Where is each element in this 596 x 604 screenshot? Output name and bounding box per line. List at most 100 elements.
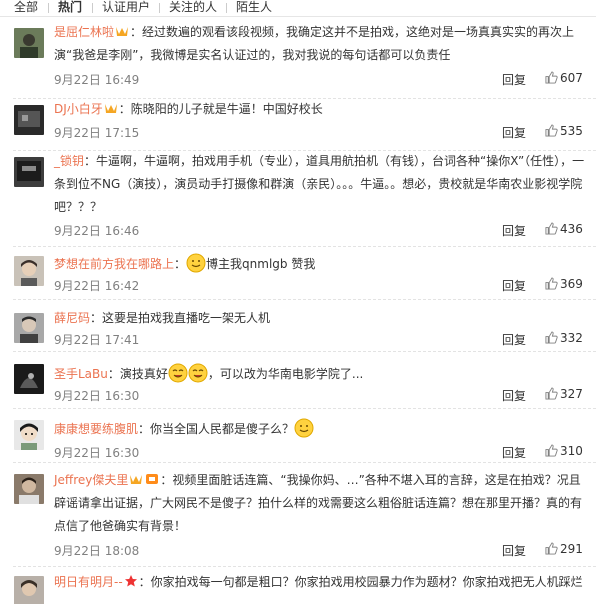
avatar[interactable] xyxy=(14,576,44,604)
like-button[interactable]: 332 xyxy=(545,331,583,345)
thumbs-up-icon xyxy=(545,444,558,457)
comment-time: 9月22日 16:30 xyxy=(54,446,140,460)
tab-divider xyxy=(226,3,227,13)
comment-text: ：陈晓阳的儿子就是牛逼！中国好校长 xyxy=(118,102,323,116)
tab-verified[interactable]: 认证用户 xyxy=(102,0,150,16)
comment-item: _锁钥：牛逼啊，牛逼啊，拍戏用手机（专业），道具用航拍机（有钱），台词各种“操你… xyxy=(0,150,596,246)
like-button[interactable]: 291 xyxy=(545,542,583,556)
like-button[interactable]: 369 xyxy=(545,277,583,291)
reply-button[interactable]: 回复 xyxy=(502,444,526,461)
comment-time: 9月22日 16:49 xyxy=(54,73,140,87)
like-button[interactable]: 436 xyxy=(545,222,583,236)
comment-text-prefix: ：演技真好 xyxy=(107,367,168,381)
username-link[interactable]: 梦想在前方我在哪路上 xyxy=(54,257,174,271)
like-count: 327 xyxy=(560,387,583,401)
like-button[interactable]: 310 xyxy=(545,444,583,458)
cheeky-emoji-icon xyxy=(188,363,208,383)
like-count: 607 xyxy=(560,71,583,85)
tab-divider xyxy=(159,3,160,13)
username-link[interactable]: Jeffrey傑夫里 xyxy=(54,473,128,487)
level-badge-icon[interactable] xyxy=(145,472,159,486)
tab-all[interactable]: 全部 xyxy=(14,0,38,16)
avatar[interactable] xyxy=(14,157,44,187)
username-link[interactable]: 明日有明月-- xyxy=(54,575,123,589)
avatar[interactable] xyxy=(14,474,44,504)
tab-divider xyxy=(48,3,49,13)
like-count: 291 xyxy=(560,542,583,556)
comment-text: ：你当全国人民都是傻子么？ xyxy=(138,422,295,436)
avatar[interactable] xyxy=(14,313,44,343)
comment-item: Jeffrey傑夫里 ：视频里面脏话连篇、“我操你妈、…”各种不堪入耳的言辞，这是… xyxy=(0,462,596,566)
avatar[interactable] xyxy=(14,28,44,58)
comment-time: 9月22日 16:30 xyxy=(54,389,140,403)
divider xyxy=(13,408,596,409)
thumbs-up-icon xyxy=(545,542,558,555)
comment-item: 圣手LaBu：演技真好 ，可以改为华南电影学院了... 9月22日 16:30 回… xyxy=(0,351,596,408)
like-button[interactable]: 327 xyxy=(545,387,583,401)
username-link[interactable]: 是屈仁林啦 xyxy=(54,25,114,39)
username-link[interactable]: 康康想要练腹肌 xyxy=(54,422,138,436)
thumbs-up-icon xyxy=(545,222,558,235)
comment-item: 薛尼码：这要是拍戏我直播吃一架无人机 9月22日 17:41 回复 332 xyxy=(0,299,596,351)
tab-following[interactable]: 关注的人 xyxy=(169,0,217,16)
comment-text: ：这要是拍戏我直播吃一架无人机 xyxy=(90,311,271,325)
thumbs-up-icon xyxy=(545,387,558,400)
thumbs-up-icon xyxy=(545,331,558,344)
reply-button[interactable]: 回复 xyxy=(502,277,526,294)
reply-button[interactable]: 回复 xyxy=(502,124,526,141)
comment-time: 9月22日 18:08 xyxy=(54,544,140,558)
thumbs-up-icon xyxy=(545,124,558,137)
comment-text-prefix: ： xyxy=(174,257,187,271)
comment-time: 9月22日 16:42 xyxy=(54,279,140,293)
smile-emoji-icon xyxy=(186,253,206,273)
like-count: 535 xyxy=(560,124,583,138)
divider xyxy=(13,299,596,300)
username-link[interactable]: DJ小白牙 xyxy=(54,102,103,116)
comment-time: 9月22日 17:15 xyxy=(54,126,140,140)
like-count: 369 xyxy=(560,277,583,291)
divider xyxy=(13,246,596,247)
username-link[interactable]: 薛尼码 xyxy=(54,311,90,325)
tab-strangers[interactable]: 陌生人 xyxy=(236,0,272,16)
like-count: 436 xyxy=(560,222,583,236)
comment-text: ：牛逼啊，牛逼啊，拍戏用手机（专业），道具用航拍机（有钱），台词各种“操你X”（… xyxy=(54,154,585,214)
reply-button[interactable]: 回复 xyxy=(502,331,526,348)
comment-item: 是屈仁林啦 ：经过数遍的观看该段视频，我确定这并不是拍戏，这绝对是一场真真实实的再… xyxy=(0,16,596,98)
like-count: 332 xyxy=(560,331,583,345)
reply-button[interactable]: 回复 xyxy=(502,222,526,239)
comment-item: DJ小白牙 ：陈晓阳的儿子就是牛逼！中国好校长 9月22日 17:15 回复 53… xyxy=(0,98,596,150)
comment-text: ，可以改为华南电影学院了... xyxy=(207,367,364,381)
comment-time: 9月22日 16:46 xyxy=(54,224,140,238)
vip-crown-icon[interactable] xyxy=(129,472,143,486)
tab-divider xyxy=(92,3,93,13)
username-link[interactable]: 圣手LaBu xyxy=(54,367,108,381)
thumbs-up-icon xyxy=(545,71,558,84)
like-button[interactable]: 535 xyxy=(545,124,583,138)
username-link[interactable]: _锁钥 xyxy=(54,154,84,168)
thumbs-up-icon xyxy=(545,277,558,290)
comment-text: 博主我qnmlgb 赞我 xyxy=(206,257,316,271)
comment-time: 9月22日 17:41 xyxy=(54,333,140,347)
vip-crown-icon[interactable] xyxy=(104,101,118,115)
like-button[interactable]: 607 xyxy=(545,71,583,85)
avatar[interactable] xyxy=(14,364,44,394)
vip-crown-icon[interactable] xyxy=(115,24,129,38)
comment-text: ：你家拍戏每一句都是粗口？你家拍戏用校园暴力作为题材？你家拍戏把无人机踩烂 xyxy=(138,575,583,589)
tab-hot[interactable]: 热门 xyxy=(58,0,82,16)
avatar[interactable] xyxy=(14,256,44,286)
reply-button[interactable]: 回复 xyxy=(502,71,526,88)
reply-button[interactable]: 回复 xyxy=(502,387,526,404)
avatar[interactable] xyxy=(14,105,44,135)
like-count: 310 xyxy=(560,444,583,458)
reply-button[interactable]: 回复 xyxy=(502,542,526,559)
divider xyxy=(13,566,596,567)
avatar[interactable] xyxy=(14,420,44,450)
filter-tabs: 全部 热门 认证用户 关注的人 陌生人 xyxy=(0,0,596,17)
smile-emoji-icon xyxy=(294,418,314,438)
divider xyxy=(13,462,596,463)
comment-text: ：经过数遍的观看该段视频，我确定这并不是拍戏，这绝对是一场真真实实的再次上演“我… xyxy=(54,25,575,62)
cheeky-emoji-icon xyxy=(168,363,188,383)
comment-item: 明日有明月-- ：你家拍戏每一句都是粗口？你家拍戏用校园暴力作为题材？你家拍戏把无… xyxy=(0,566,596,604)
star-icon[interactable] xyxy=(124,574,138,588)
divider xyxy=(13,351,596,352)
